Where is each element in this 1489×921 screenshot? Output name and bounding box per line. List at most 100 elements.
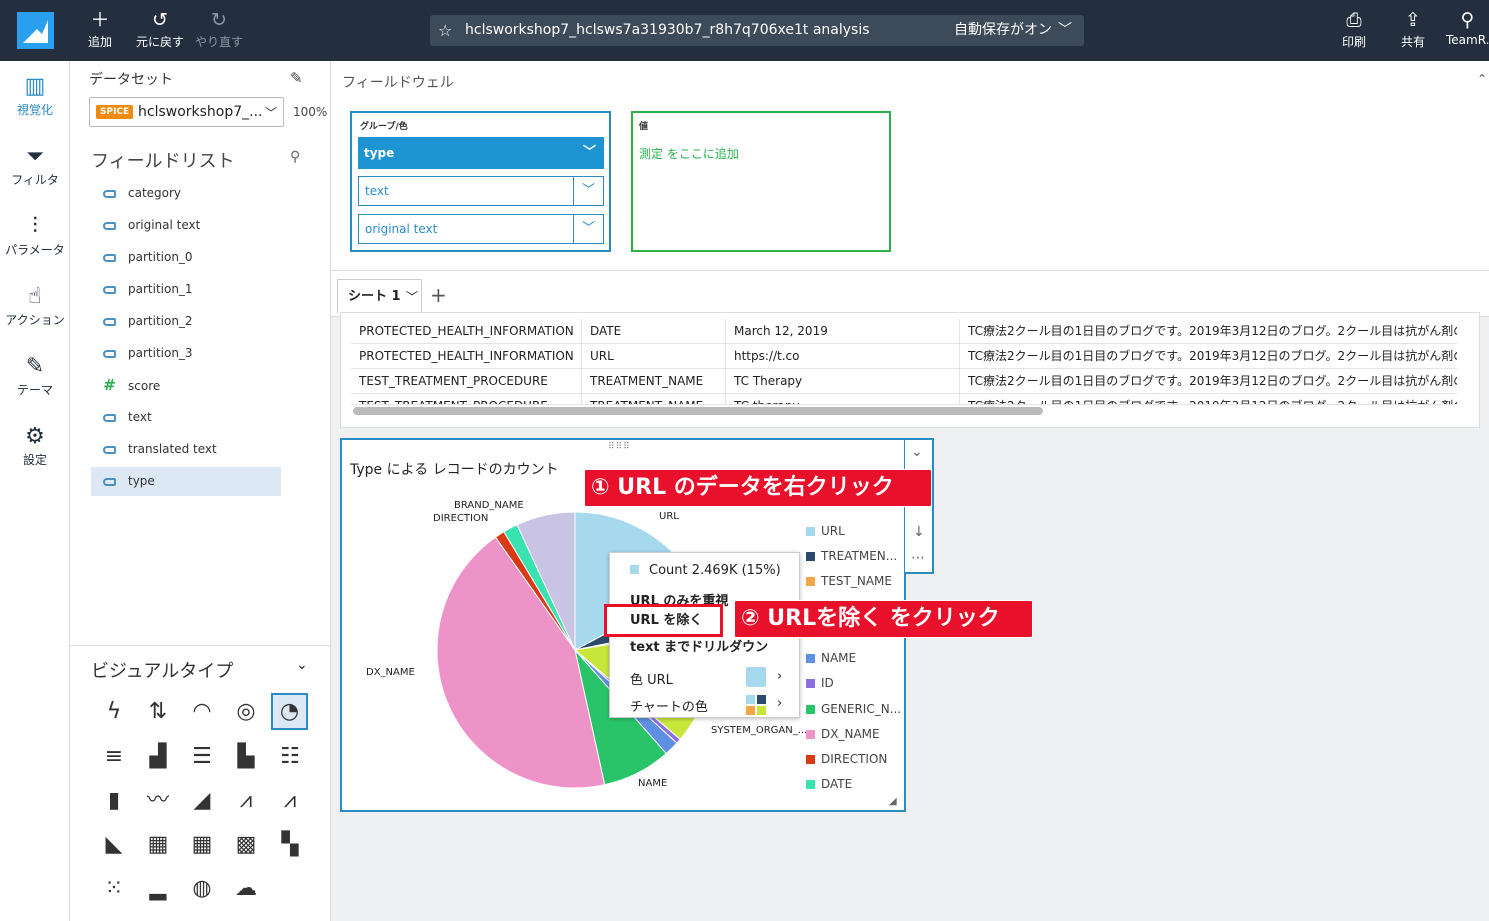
rail-filter[interactable]: ⏷ フィルタ [0,143,70,188]
chevron-down-icon[interactable]: ﹀ [573,215,603,243]
menu-chart-colors[interactable]: チャートの色 › [610,695,799,715]
chevron-down-icon[interactable]: ﹀ [1058,15,1072,46]
legend-item[interactable]: URL [806,524,845,538]
share-button[interactable]: ⇪ 共有 [1398,9,1428,50]
field-item[interactable]: partition_3 [91,339,351,368]
table-icon[interactable]: ▦ [141,828,175,862]
quicksight-logo[interactable] [17,12,54,49]
legend-item[interactable]: TEST_NAME [806,574,892,588]
rail-parameters[interactable]: ⫶ パラメータ [0,213,70,258]
user-menu[interactable]: ⚲TeamR... [1446,9,1489,47]
chevron-down-icon[interactable]: ﹀ [406,280,418,314]
search-icon[interactable]: ⚲ [290,149,300,165]
expand-chevron-icon[interactable]: ⌄ [911,444,923,460]
kpi-icon[interactable]: ⇅ [141,695,175,729]
menu-drill-down[interactable]: text までドリルダウン [610,636,799,655]
menu-exclude[interactable]: URL を除く [604,604,723,637]
area-chart-icon[interactable]: ◢ [185,784,219,818]
rail-themes[interactable]: ✎ テーマ [0,353,70,398]
tree-map-icon[interactable]: ▚ [273,828,307,862]
group-field-text[interactable]: text ﹀ [358,176,604,206]
print-button[interactable]: ⎙ 印刷 [1339,9,1369,50]
menu-color[interactable]: 色 URL › [610,667,799,688]
legend-item[interactable]: NAME [806,651,856,665]
vertical-bar-icon[interactable]: ▟ [141,740,175,774]
chevron-down-icon[interactable]: ﹀ [573,177,603,205]
add-sheet-plus-icon[interactable]: + [430,283,447,307]
percent-bar-icon[interactable]: ☷ [273,740,307,774]
field-item[interactable]: text [91,403,351,432]
percent-column-icon[interactable]: ▮ [97,784,131,818]
collapse-icon[interactable]: ⌃ [1477,72,1487,86]
field-item[interactable]: partition_0 [91,243,351,272]
legend-item[interactable]: DATE [806,777,852,791]
chevron-down-icon[interactable]: ﹀ [583,137,596,169]
legend-item[interactable]: DIRECTION [806,752,887,766]
dataset-select[interactable]: SPICE hclsworkshop7_... ﹀ [89,97,284,127]
download-arrow-icon[interactable]: ↓ [913,524,925,540]
word-cloud-icon[interactable]: ☁ [229,872,263,906]
group-field-type[interactable]: type ﹀ [358,137,604,169]
legend-item[interactable]: DX_NAME [806,727,880,741]
rail-actions[interactable]: ☝ アクション [0,283,70,328]
gauge-icon[interactable]: ◠ [185,695,219,729]
field-item[interactable]: partition_2 [91,307,351,336]
redo-button[interactable]: ↻ やり直す [195,9,243,50]
analysis-title[interactable]: hclsworkshop7_hclsws7a31930b7_r8h7q706xe… [465,15,870,46]
donut-icon[interactable]: ◎ [229,695,263,729]
field-item[interactable]: partition_1 [91,275,351,304]
dataset-header: データセット [89,72,173,88]
horizontal-scrollbar[interactable] [353,407,1043,415]
stacked-bar-icon[interactable]: ☰ [185,740,219,774]
add-button[interactable]: ＋追加 [86,9,114,50]
line-chart-icon[interactable]: 〰 [141,784,175,818]
histogram-icon[interactable]: ▂ [141,872,175,906]
collapse-chevron-icon[interactable]: ⌄ [296,657,308,673]
resize-handle-icon[interactable]: ◢ [889,796,897,807]
analysis-title-bar[interactable]: ☆ hclsworkshop7_hclsws7a31930b7_r8h7q706… [430,15,1084,46]
legend-item[interactable]: ID [806,676,834,690]
horizontal-bar-icon[interactable]: ≡ [97,740,131,774]
combo-chart-icon[interactable]: ⩘ [229,784,263,818]
group-field-original-text[interactable]: original text ﹀ [358,214,604,244]
table-row[interactable]: PROTECTED_HEALTH_INFORMATION URL https:/… [351,344,1457,369]
field-item[interactable]: original text [91,211,351,240]
dimension-icon [103,349,116,358]
heatmap-icon[interactable]: ▩ [229,828,263,862]
table-row[interactable]: TEST_TREATMENT_PROCEDURE TREATMENT_NAME … [351,369,1457,394]
menu-count: Count 2.469K (15%) [610,563,799,578]
pie-chart-icon[interactable]: ◔ [271,693,308,730]
more-options-icon[interactable]: ⋯ [911,550,925,566]
rail-settings[interactable]: ⚙ 設定 [0,423,70,468]
legend-item[interactable]: TREATMEN... [806,549,897,563]
value-well[interactable]: 値 測定 をここに追加 [631,111,891,252]
chevron-right-icon: › [777,669,783,684]
table-row[interactable]: TEST_TREATMENT_PROCEDURE TREATMENT_NAME … [351,394,1457,405]
undo-button[interactable]: ↺ 元に戻す [135,9,185,50]
undo-icon: ↺ [152,9,168,31]
field-item-selected[interactable]: type [91,467,281,496]
tab-sheet-1[interactable]: シート 1 ﹀ [337,279,422,313]
field-wells: フィールドウェル ⌃ グループ/色 type ﹀ text ﹀ original … [331,61,1489,271]
group-color-well[interactable]: グループ/色 type ﹀ text ﹀ original text ﹀ [350,111,611,252]
field-item[interactable]: category [91,179,351,208]
star-icon[interactable]: ☆ [438,15,452,46]
dimension-icon [103,285,116,294]
field-item[interactable]: # score [91,371,351,400]
stacked-area-icon[interactable]: ◣ [97,828,131,862]
combo-line-icon[interactable]: ⩘ [273,784,307,818]
table-row[interactable]: PROTECTED_HEALTH_INFORMATION DATE March … [351,319,1457,344]
stacked-column-icon[interactable]: ▙ [229,740,263,774]
dimension-icon [103,477,116,486]
legend-item[interactable]: GENERIC_N... [806,702,901,716]
legend-swatch [806,527,815,536]
autosave-toggle[interactable]: 自動保存がオン [954,15,1052,46]
legend-swatch [806,577,815,586]
pencil-icon[interactable]: ✎ [290,69,303,87]
autograph-icon[interactable]: ϟ [97,695,131,729]
field-item[interactable]: translated text [91,435,351,464]
rail-visualize[interactable]: ▥ 視覚化 [0,73,70,118]
scatter-plot-icon[interactable]: ⁙ [97,872,131,906]
map-icon[interactable]: ◍ [185,872,219,906]
pivot-table-icon[interactable]: ▦ [185,828,219,862]
